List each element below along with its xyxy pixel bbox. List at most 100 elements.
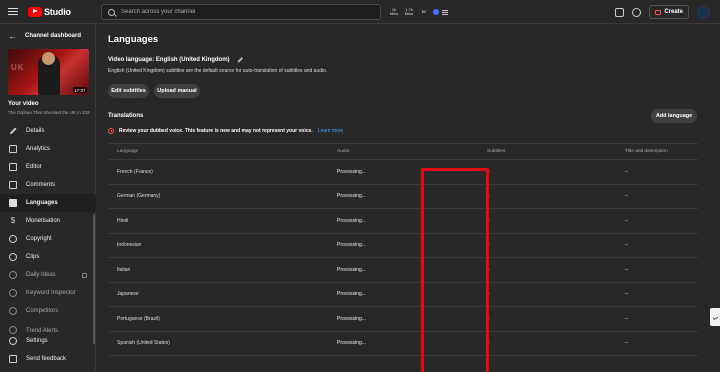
table-row[interactable]: Hindi Processing... – –	[108, 208, 698, 234]
subtitles-cell[interactable]: –	[478, 282, 616, 307]
sidebar-item-details[interactable]: Details	[0, 122, 96, 140]
stat-3-value: $0	[421, 8, 427, 14]
notice-text: Review your dubbed voice. This feature i…	[119, 128, 313, 134]
youtube-logo-icon	[28, 6, 42, 17]
language-cell: German (Germany)	[108, 184, 328, 209]
back-to-dashboard[interactable]: ← Channel dashboard	[8, 31, 81, 41]
sidebar-item-clips[interactable]: Clips	[0, 248, 96, 266]
audio-status-cell[interactable]: Processing...	[328, 257, 478, 283]
upload-manual-button[interactable]: Upload manual	[154, 84, 200, 98]
language-cell: Italian	[108, 257, 328, 283]
sidebar-item-label: Keyword Inspector	[26, 290, 76, 296]
table-row[interactable]: German (Germany) Processing... – –	[108, 184, 698, 209]
video-language-label: Video language: English (United Kingdom)	[108, 57, 230, 63]
video-thumbnail[interactable]: UK 17:37	[8, 49, 89, 95]
audio-status-cell[interactable]: Processing...	[328, 331, 478, 356]
audio-status-cell[interactable]: Processing...	[328, 233, 478, 258]
subtitles-cell[interactable]: –	[478, 257, 616, 283]
sidebar-scrollbar[interactable]	[93, 214, 95, 344]
alert-icon	[108, 128, 114, 134]
translations-table: Language Audio Subtitles Title and descr…	[108, 143, 698, 356]
avatar[interactable]	[697, 5, 710, 19]
arrow-left-icon: ←	[8, 31, 17, 41]
competitors-icon	[9, 307, 17, 315]
table-row[interactable]: Spanish (United States) Processing... – –	[108, 331, 698, 356]
sidebar-bottom-nav: Settings Send feedback	[0, 332, 96, 368]
audio-status-cell[interactable]: Processing...	[328, 306, 478, 332]
editor-icon	[9, 163, 17, 171]
column-header-audio: Audio	[328, 143, 478, 160]
sidebar-item-languages[interactable]: Languages	[0, 194, 96, 212]
sidebar-item-send-feedback[interactable]: Send feedback	[0, 350, 96, 368]
languages-icon	[9, 199, 17, 207]
sidebar-item-label: Competitors	[26, 308, 59, 314]
sidebar-item-monetisation[interactable]: $ Monetisation	[0, 212, 96, 230]
subtitles-cell[interactable]: –	[478, 159, 616, 185]
external-link-icon	[82, 272, 87, 278]
notifications-icon[interactable]	[615, 7, 625, 17]
translations-heading: Translations	[108, 113, 144, 119]
sidebar-item-analytics[interactable]: Analytics	[0, 140, 96, 158]
title-description-cell[interactable]: –	[616, 257, 698, 283]
subtitles-cell[interactable]: –	[478, 184, 616, 209]
title-description-cell[interactable]: –	[616, 233, 698, 258]
add-language-button[interactable]: Add language	[651, 109, 697, 123]
table-row[interactable]: Italian Processing... – –	[108, 257, 698, 283]
audio-status-cell[interactable]: Processing...	[328, 282, 478, 307]
gear-icon	[9, 337, 17, 345]
subtitles-cell[interactable]: –	[478, 233, 616, 258]
search-icon	[108, 8, 115, 16]
sidebar-item-competitors[interactable]: Competitors	[0, 302, 96, 320]
dubbing-notice: Review your dubbed voice. This feature i…	[108, 128, 343, 134]
comments-icon	[9, 181, 17, 189]
table-row[interactable]: Indonesian Processing... – –	[108, 233, 698, 258]
list-icon[interactable]	[442, 9, 448, 15]
table-row[interactable]: French (France) Processing... – –	[108, 159, 698, 185]
sidebar-item-editor[interactable]: Editor	[0, 158, 96, 176]
search-input[interactable]	[121, 9, 361, 15]
hamburger-menu-icon[interactable]	[8, 6, 18, 16]
main-content: Languages Video language: English (Unite…	[96, 24, 706, 372]
extension-stats[interactable]: 1k Mins 1.7k Mins $0	[388, 5, 448, 19]
title-description-cell[interactable]: –	[616, 282, 698, 307]
edit-pencil-icon[interactable]	[236, 57, 243, 63]
table-row[interactable]: Japanese Processing... – –	[108, 282, 698, 307]
learn-more-link[interactable]: Learn more	[318, 128, 344, 134]
title-description-cell[interactable]: –	[616, 184, 698, 209]
sidebar-item-settings[interactable]: Settings	[0, 332, 96, 350]
extension-dot-icon[interactable]	[433, 9, 439, 15]
analytics-icon	[9, 145, 17, 153]
audio-status-cell[interactable]: Processing...	[328, 184, 478, 209]
table-row[interactable]: Portuguese (Brazil) Processing... – –	[108, 306, 698, 332]
subtitles-cell[interactable]: –	[478, 331, 616, 356]
sidebar-item-label: Copyright	[26, 236, 52, 242]
title-description-cell[interactable]: –	[616, 306, 698, 332]
search-bar[interactable]	[101, 4, 381, 20]
side-panel-handle[interactable]	[710, 308, 720, 326]
help-icon[interactable]	[632, 7, 642, 17]
audio-status-cell[interactable]: Processing...	[328, 208, 478, 234]
studio-logo[interactable]: Studio	[28, 5, 71, 18]
logo-text: Studio	[44, 6, 71, 17]
sidebar-item-daily-ideas[interactable]: Daily Ideas	[0, 266, 96, 284]
sidebar-item-comments[interactable]: Comments	[0, 176, 96, 194]
column-header-title-description: Title and description	[616, 143, 698, 160]
create-label: Create	[664, 9, 683, 15]
sidebar-item-copyright[interactable]: Copyright	[0, 230, 96, 248]
title-description-cell[interactable]: –	[616, 208, 698, 234]
table-header-row: Language Audio Subtitles Title and descr…	[108, 143, 698, 160]
your-video-label: Your video	[8, 101, 39, 107]
subtitles-cell[interactable]: –	[478, 306, 616, 332]
create-button[interactable]: Create	[649, 5, 689, 19]
sidebar-item-keyword-inspector[interactable]: Keyword Inspector	[0, 284, 96, 302]
scissors-icon	[9, 253, 17, 261]
sidebar-item-label: Monetisation	[26, 218, 61, 224]
video-title: The Orphan That Shocked the UK in 2025	[8, 110, 90, 115]
language-cell: Portuguese (Brazil)	[108, 306, 328, 332]
subtitles-cell[interactable]: –	[478, 208, 616, 234]
title-description-cell[interactable]: –	[616, 159, 698, 185]
edit-subtitles-button[interactable]: Edit subtitles	[108, 84, 149, 98]
stat-2-label: Mins	[404, 11, 414, 16]
title-description-cell[interactable]: –	[616, 331, 698, 356]
audio-status-cell[interactable]: Processing...	[328, 159, 478, 185]
